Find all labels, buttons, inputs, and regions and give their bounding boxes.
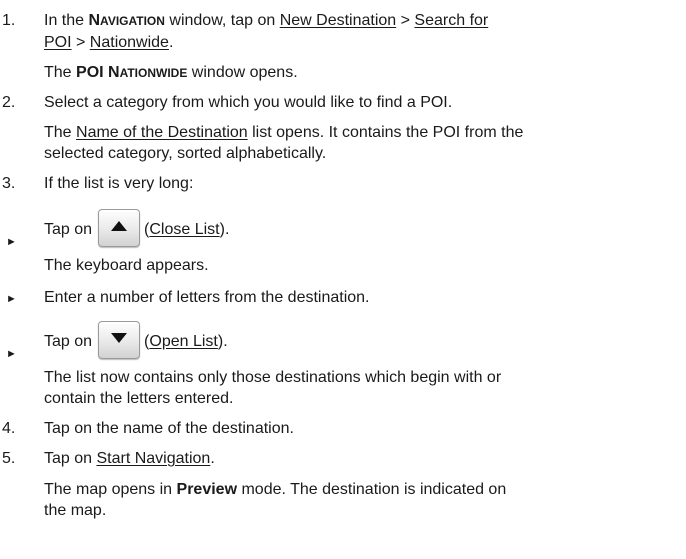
bullet-arrow-icon: ► [6, 236, 17, 248]
arrow-up-icon [111, 221, 128, 231]
link-start-navigation: Start Navigation [96, 450, 211, 467]
open-list-button[interactable] [98, 321, 141, 359]
link-name-of-destination: Name of the Destination [76, 124, 248, 141]
step-number: 4. [2, 420, 16, 437]
close-list-button[interactable] [98, 209, 141, 247]
link-open-list: Open List [149, 333, 218, 351]
arrow-down-icon [111, 333, 128, 343]
bullet-arrow-icon: ► [6, 348, 17, 360]
link-nationwide: Nationwide [89, 34, 169, 51]
step-number: 5. [2, 450, 16, 467]
link-search-for-poi: POI [44, 34, 72, 51]
link-new-destination: New Destination [279, 12, 397, 29]
step-number: 2. [2, 94, 16, 111]
step-number: 3. [2, 175, 16, 192]
bullet-arrow-icon: ► [6, 293, 17, 305]
link-close-list: Close List [149, 221, 220, 239]
step-number: 1. [2, 12, 16, 29]
link-search-for-poi: Search for [414, 12, 489, 29]
